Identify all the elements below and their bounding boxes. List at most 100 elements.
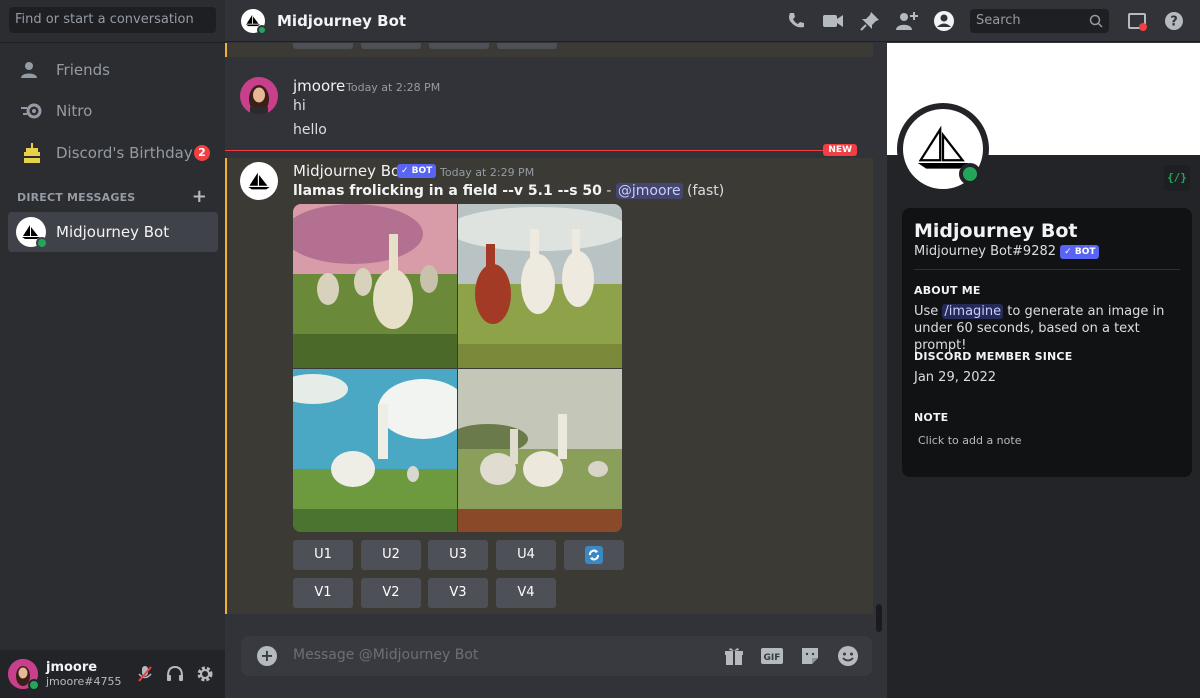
note-input[interactable]: Click to add a note — [918, 432, 1188, 449]
avatar — [16, 217, 48, 249]
avatar[interactable] — [8, 659, 40, 691]
dm-item-label: Midjourney Bot — [56, 223, 170, 241]
avatar[interactable] — [240, 77, 278, 115]
online-status-icon — [959, 163, 981, 185]
llama-image-3 — [293, 369, 457, 532]
message-text: hello — [293, 122, 327, 138]
create-dm-button[interactable]: + — [192, 188, 207, 206]
online-status-icon — [257, 24, 267, 35]
nitro-icon — [18, 99, 46, 123]
profile-icon[interactable] — [932, 9, 956, 33]
sticker-icon[interactable] — [798, 644, 822, 668]
friends-icon — [18, 58, 46, 82]
variation-2-button[interactable]: V2 — [361, 578, 421, 608]
username: jmoore — [46, 660, 98, 675]
notification-badge: 2 — [194, 145, 210, 161]
variation-1-button[interactable]: V1 — [293, 578, 353, 608]
previous-action-button[interactable] — [361, 43, 421, 49]
sidebar-item-label: Friends — [56, 61, 110, 79]
imagine-command[interactable]: /imagine — [942, 304, 1004, 319]
profile-divider — [914, 269, 1180, 270]
previous-action-button[interactable] — [293, 43, 353, 49]
gif-icon[interactable]: GIF — [760, 644, 784, 668]
generated-image-grid[interactable] — [293, 204, 622, 532]
avatar — [241, 8, 267, 35]
speed-label: (fast) — [682, 183, 725, 199]
active-developer-badge-icon[interactable]: {/} — [1164, 165, 1190, 191]
about-me-heading: ABOUT ME — [914, 284, 981, 297]
direct-messages-header: DIRECT MESSAGES + — [17, 188, 217, 206]
variation-3-button[interactable]: V3 — [428, 578, 488, 608]
help-icon[interactable]: ? — [1162, 9, 1186, 33]
user-mention[interactable]: @jmoore — [615, 183, 683, 199]
inbox-icon[interactable] — [1125, 9, 1149, 33]
about-me-text: Use /imagine to generate an image in und… — [914, 303, 1184, 354]
sailboat-icon — [248, 172, 270, 190]
previous-action-button[interactable] — [497, 43, 557, 49]
online-status-icon — [36, 237, 48, 249]
channel-header: Midjourney Bot Search ? — [225, 0, 1200, 42]
mute-mic-icon[interactable] — [135, 664, 155, 684]
reroll-button[interactable] — [564, 540, 624, 570]
llama-image-4 — [458, 369, 622, 532]
search-input[interactable]: Search — [970, 9, 1109, 33]
video-icon[interactable] — [821, 9, 845, 33]
profile-tag: Midjourney Bot#9282 ✓ BOT — [914, 244, 1100, 259]
prompt-bold: llamas frolicking in a field --v 5.1 --s… — [293, 183, 602, 199]
message-author[interactable]: Midjourney Bot — [293, 162, 406, 180]
upscale-1-button[interactable]: U1 — [293, 540, 353, 570]
add-attachment-button[interactable]: + — [257, 646, 277, 666]
svg-text:GIF: GIF — [764, 653, 781, 663]
sidebar-item-nitro[interactable]: Nitro — [8, 92, 218, 130]
message-text: hi — [293, 98, 306, 114]
message-timestamp: Today at 2:28 PM — [346, 81, 441, 94]
gift-icon[interactable] — [722, 644, 746, 668]
search-placeholder: Search — [976, 13, 1021, 28]
birthday-cake-icon — [18, 141, 46, 165]
upscale-2-button[interactable]: U2 — [361, 540, 421, 570]
variation-4-button[interactable]: V4 — [496, 578, 556, 608]
sidebar-item-label: Nitro — [56, 102, 93, 120]
message-composer[interactable]: + Message @Midjourney Bot GIF — [241, 636, 872, 676]
headset-icon[interactable] — [165, 664, 185, 684]
upscale-3-button[interactable]: U3 — [428, 540, 488, 570]
user-info[interactable]: jmoore jmoore#4755 — [46, 660, 122, 688]
bot-tag: ✓ BOT — [397, 164, 437, 178]
search-icon — [1089, 13, 1103, 37]
gear-icon[interactable] — [195, 664, 215, 684]
prompt-text: llamas frolicking in a field --v 5.1 --s… — [293, 183, 724, 199]
emoji-icon[interactable] — [836, 644, 860, 668]
previous-message-highlight — [225, 43, 873, 57]
add-friend-icon[interactable] — [895, 9, 919, 33]
dm-item-midjourney-bot[interactable]: Midjourney Bot — [8, 212, 218, 252]
sidebar-item-label: Discord's Birthday — [56, 144, 193, 162]
new-messages-divider: NEW — [225, 144, 857, 156]
dm-header-label: DIRECT MESSAGES — [17, 191, 136, 204]
message-input[interactable]: Message @Midjourney Bot — [293, 647, 478, 663]
user-tag: jmoore#4755 — [46, 675, 122, 688]
svg-text:?: ? — [1170, 15, 1178, 30]
note-heading: NOTE — [914, 411, 949, 424]
message-author[interactable]: jmoore — [293, 77, 345, 95]
user-profile-panel: {/} Midjourney Bot Midjourney Bot#9282 ✓… — [887, 43, 1200, 698]
profile-name: Midjourney Bot — [914, 220, 1078, 242]
dm-sidebar: Find or start a conversation Friends Nit… — [0, 0, 225, 698]
sidebar-item-friends[interactable]: Friends — [8, 51, 218, 89]
avatar[interactable] — [240, 162, 278, 200]
chat-area: jmoore Today at 2:28 PM hi hello NEW Mid… — [225, 43, 887, 698]
page-title: Midjourney Bot — [277, 11, 407, 30]
message-timestamp: Today at 2:29 PM — [440, 166, 535, 179]
about-pre: Use — [914, 304, 943, 319]
pin-icon[interactable] — [858, 9, 882, 33]
member-since-heading: DISCORD MEMBER SINCE — [914, 350, 1073, 363]
sidebar-divider — [0, 42, 225, 43]
new-messages-badge: NEW — [823, 144, 857, 156]
chat-scrollbar[interactable] — [876, 604, 882, 632]
conversation-search-input[interactable]: Find or start a conversation — [9, 7, 216, 33]
previous-action-button[interactable] — [429, 43, 489, 49]
sidebar-item-birthday[interactable]: Discord's Birthday 2 — [8, 134, 218, 172]
upscale-4-button[interactable]: U4 — [496, 540, 556, 570]
prompt-separator: - — [601, 183, 616, 199]
phone-icon[interactable] — [784, 9, 808, 33]
bot-tag: ✓ BOT — [1060, 244, 1100, 259]
